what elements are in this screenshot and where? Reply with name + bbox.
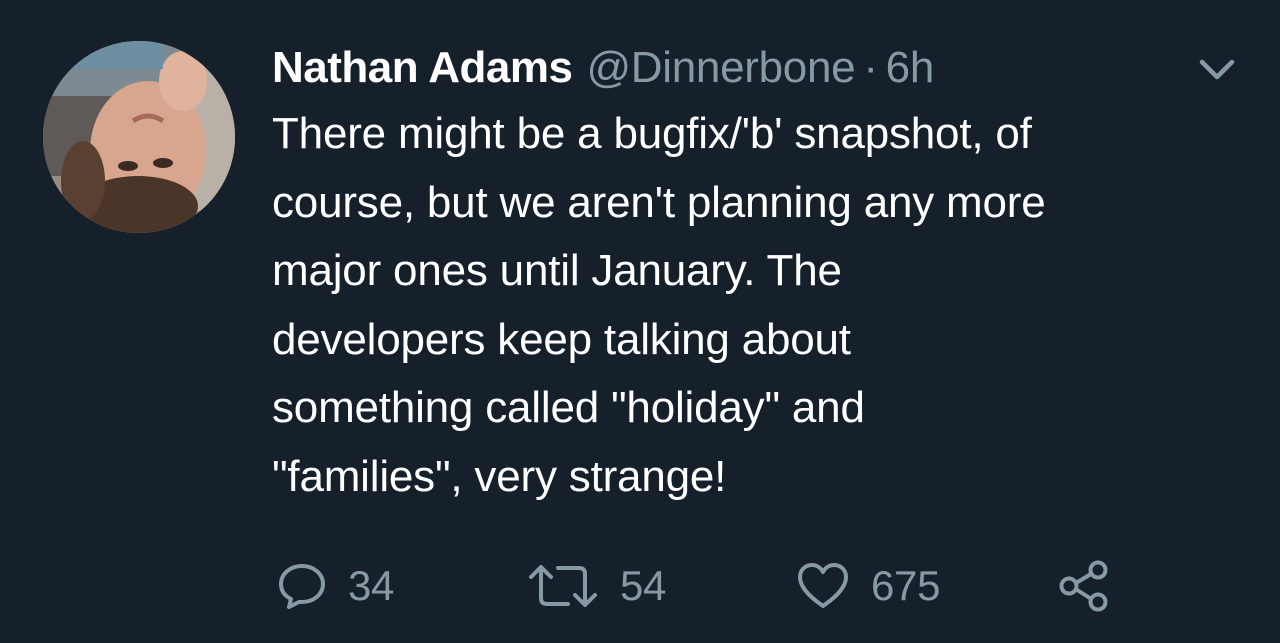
author-display-name[interactable]: Nathan Adams [272,38,573,98]
reply-count: 34 [348,562,395,609]
like-button[interactable]: 675 [795,558,940,614]
tweet-card: Nathan Adams @Dinnerbone · 6h There migh… [0,0,1280,643]
tweet-timestamp[interactable]: 6h [886,38,935,98]
avatar-photo [43,41,235,233]
author-handle[interactable]: @Dinnerbone [586,38,855,98]
tweet-header: Nathan Adams @Dinnerbone · 6h [272,38,934,98]
reply-button[interactable]: 34 [276,558,394,614]
chevron-down-icon[interactable] [1196,52,1238,88]
retweet-icon [529,565,597,607]
retweet-button[interactable]: 54 [526,558,666,614]
share-button[interactable] [1056,558,1110,614]
like-count: 675 [871,562,941,609]
avatar[interactable] [43,41,235,233]
heart-icon [798,563,848,608]
comment-icon [279,564,325,609]
retweet-count: 54 [620,562,667,609]
tweet-text: There might be a bugfix/'b' snapshot, of… [272,109,1046,501]
share-icon [1059,560,1108,612]
header-separator: · [863,43,878,92]
